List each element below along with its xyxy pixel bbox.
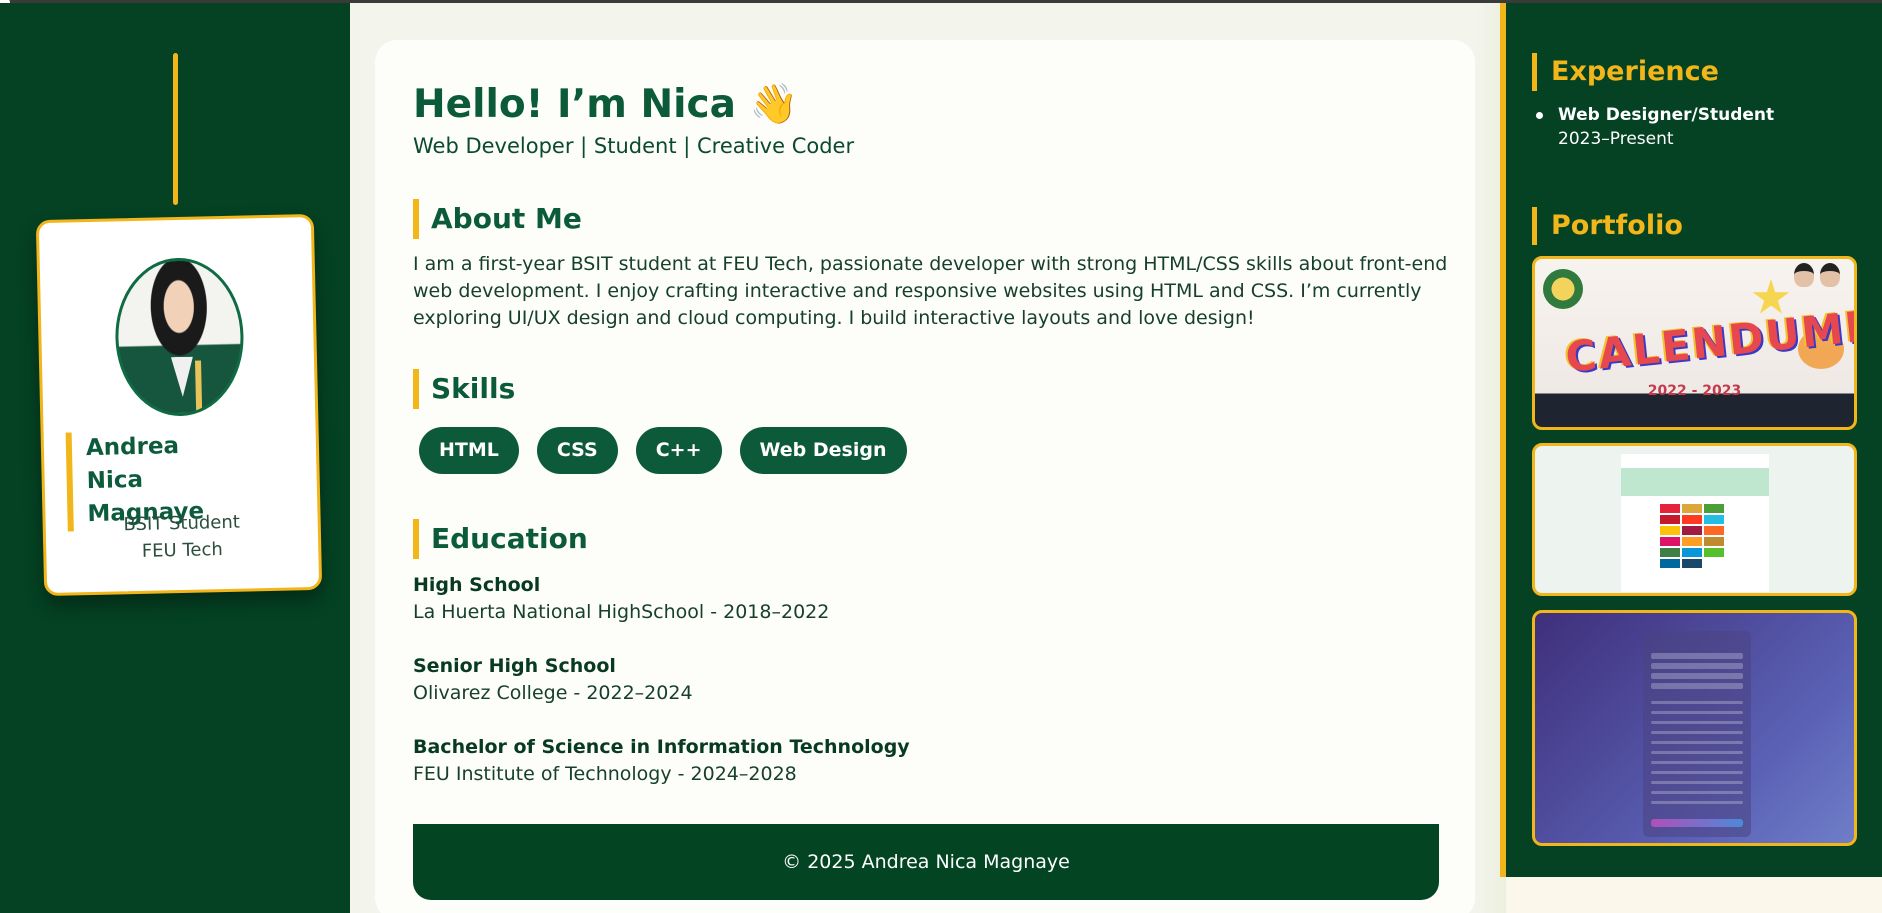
education-level: High School [413,574,541,596]
education-detail: FEU Institute of Technology - 2024–2028 [413,763,797,785]
gown-collar [171,357,194,397]
left-sidebar: Andrea Nica Magnaye BSIT Student FEU Tec… [0,3,350,913]
registration-form-preview [1643,631,1751,837]
experience-role: Web Designer/Student [1558,105,1775,125]
portfolio-thumbnail-sdg-registration[interactable] [1532,610,1857,846]
lanyard-line [173,53,178,205]
experience-item: Web Designer/Student 2023–Present [1532,103,1774,151]
experience-heading: Experience [1532,53,1719,91]
education-heading: Education [413,519,588,559]
skill-pill-web-design: Web Design [739,427,907,474]
education-item: Bachelor of Science in Information Techn… [413,734,910,788]
gown-sash [194,360,203,418]
education-item: High School La Huerta National HighSchoo… [413,572,829,626]
about-heading: About Me [413,199,582,239]
sdg-goal-grid [1660,504,1724,568]
skills-list: HTML CSS C++ Web Design [419,427,907,474]
person-icon [1820,263,1840,287]
profile-role: BSIT Student FEU Tech [45,507,318,567]
profile-card: Andrea Nica Magnaye BSIT Student FEU Tec… [35,213,323,597]
portfolio-thumbnail-calendump[interactable]: CALENDUMP 2022 - 2023 [1532,256,1857,430]
skill-pill-css: CSS [536,427,618,474]
waving-hand-icon: 👋 [749,82,799,127]
sdg-hero-banner [1621,468,1769,496]
person-icon [1794,263,1814,287]
skill-pill-cpp: C++ [635,427,722,474]
education-detail: Olivarez College - 2022–2024 [413,682,693,704]
skills-heading: Skills [413,369,515,409]
portfolio-heading: Portfolio [1532,207,1683,245]
education-level: Bachelor of Science in Information Techn… [413,736,910,758]
profile-photo [113,256,246,418]
experience-dates: 2023–Present [1558,129,1674,149]
form-submit-preview [1651,819,1743,827]
portfolio-thumbnail-sdg-website[interactable] [1532,443,1857,596]
page-title: Hello! I’m Nica 👋 [413,80,798,130]
education-item: Senior High School Olivarez College - 20… [413,653,693,707]
greeting-text: Hello! I’m Nica [413,82,736,127]
experience-list: Web Designer/Student 2023–Present [1532,103,1774,151]
education-detail: La Huerta National HighSchool - 2018–202… [413,601,830,623]
tagline: Web Developer | Student | Creative Coder [413,134,855,158]
footer: © 2025 Andrea Nica Magnaye [413,824,1439,900]
about-text: I am a first-year BSIT student at FEU Te… [413,253,1448,329]
calendump-title: CALENDUMP [1563,300,1857,382]
school-seal-icon [1543,269,1583,309]
profile-school: FEU Tech [141,539,223,562]
calendump-year: 2022 - 2023 [1647,383,1742,399]
education-level: Senior High School [413,655,616,677]
skill-pill-html: HTML [419,427,519,474]
